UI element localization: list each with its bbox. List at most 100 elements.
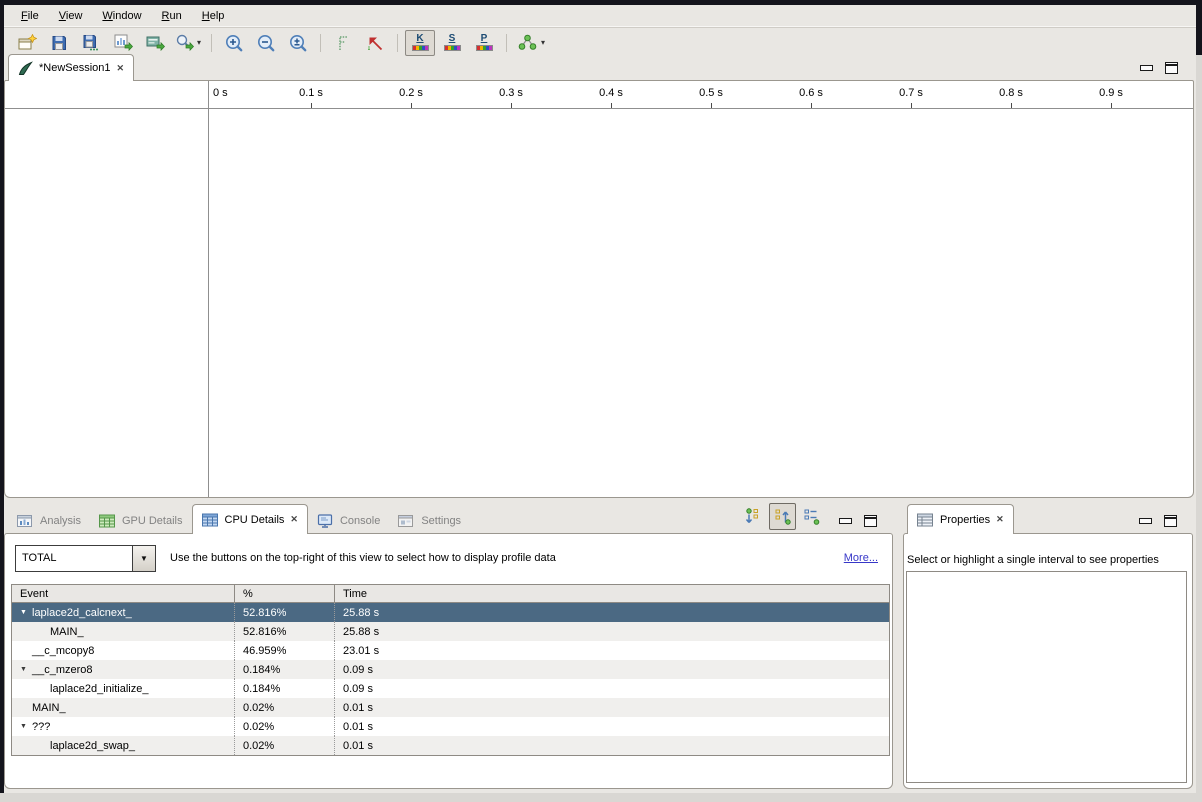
timeline-canvas[interactable]	[209, 109, 1193, 497]
event-percent: 0.02%	[234, 717, 334, 736]
minimize-button[interactable]	[839, 518, 852, 524]
ruler-tick-label: 0.1 s	[299, 87, 323, 99]
ruler-left-gap	[5, 81, 208, 108]
tab-label: Console	[340, 515, 380, 527]
table-row[interactable]: laplace2d_initialize_0.184%0.09 s	[12, 679, 889, 698]
event-percent: 0.184%	[234, 679, 334, 698]
tree-callers-button[interactable]	[769, 503, 796, 530]
flag-f-icon	[337, 35, 350, 51]
menu-file[interactable]: File	[12, 7, 48, 25]
profile-card-button[interactable]	[140, 30, 170, 56]
tab-gpu-details[interactable]: GPU Details	[90, 507, 192, 534]
maximize-button[interactable]	[864, 515, 877, 527]
tab-console[interactable]: Console	[308, 507, 389, 534]
tab-label: GPU Details	[122, 515, 183, 527]
event-time: 0.09 s	[334, 660, 889, 679]
menu-run[interactable]: Run	[153, 7, 191, 25]
column-header-percent[interactable]: %	[234, 585, 334, 602]
menu-view[interactable]: View	[50, 7, 92, 25]
inspect-button[interactable]: ▾	[172, 30, 204, 56]
session-tab-label: *NewSession1	[39, 62, 111, 74]
properties-content: Select or highlight a single interval to…	[903, 533, 1193, 789]
maximize-button[interactable]	[1165, 62, 1178, 74]
kernel-toggle-button[interactable]: K	[405, 30, 435, 56]
toolbar-separator	[211, 34, 212, 52]
properties-hint: Select or highlight a single interval to…	[907, 554, 1188, 566]
event-time: 25.88 s	[334, 622, 889, 641]
editor-tab-strip: *NewSession1 ✕	[4, 55, 1194, 81]
application-window: FileViewWindowRunHelp ▾ KSP ▾ *NewSession1…	[4, 5, 1196, 793]
window-frame-right	[1196, 0, 1202, 55]
ruler-tick-label: 0.6 s	[799, 87, 823, 99]
zoom-in-button[interactable]	[219, 30, 249, 56]
ruler-tick-mark	[511, 103, 512, 108]
flag-f-button[interactable]	[328, 30, 358, 56]
stream-toggle-button[interactable]: S	[437, 30, 467, 56]
more-link[interactable]: More...	[844, 552, 878, 564]
tab-analysis[interactable]: Analysis	[8, 507, 90, 534]
close-icon[interactable]: ✕	[290, 514, 298, 525]
tab-settings[interactable]: Settings	[389, 507, 470, 534]
editor-area: *NewSession1 ✕ 0 s0.1 s0.2 s0.3 s0.4 s0.…	[4, 55, 1194, 498]
profile-chart-button[interactable]	[108, 30, 138, 56]
menu-help[interactable]: Help	[193, 7, 234, 25]
expand-toggle-icon[interactable]: ▼	[17, 609, 30, 616]
tab-cpu-details[interactable]: CPU Details ✕	[192, 504, 308, 534]
vertical-splitter[interactable]	[893, 503, 903, 791]
event-percent: 46.959%	[234, 641, 334, 660]
minimize-button[interactable]	[1140, 65, 1153, 71]
table-row[interactable]: ▼???0.02%0.01 s	[12, 717, 889, 736]
save-button[interactable]	[44, 30, 74, 56]
cpu-details-hint: Use the buttons on the top-right of this…	[170, 552, 556, 564]
zoom-out-button[interactable]	[251, 30, 281, 56]
tab-label: CPU Details	[225, 514, 285, 526]
table-row[interactable]: MAIN_ 52.816%25.88 s	[12, 622, 889, 641]
process-toggle-button[interactable]: P	[469, 30, 499, 56]
minimize-button[interactable]	[1139, 518, 1152, 524]
event-name: __c_mcopy8	[32, 645, 94, 657]
event-time: 25.88 s	[334, 603, 889, 622]
gpu-details-icon	[99, 514, 116, 528]
session-tab[interactable]: *NewSession1 ✕	[8, 54, 134, 81]
chevron-down-icon[interactable]: ▼	[133, 545, 156, 572]
ruler-tick-mark	[1011, 103, 1012, 108]
chevron-down-icon[interactable]: ▾	[197, 38, 201, 47]
event-name: MAIN_	[50, 626, 84, 638]
event-percent: 52.816%	[234, 622, 334, 641]
column-header-event[interactable]: Event	[12, 585, 234, 602]
table-row[interactable]: __c_mcopy846.959%23.01 s	[12, 641, 889, 660]
tree-callees-button[interactable]	[740, 503, 767, 530]
properties-icon	[917, 513, 934, 527]
column-header-time[interactable]: Time	[334, 585, 889, 602]
flag-arrow-icon	[367, 35, 384, 51]
expand-toggle-icon[interactable]: ▼	[17, 723, 30, 730]
flag-arrow-button[interactable]	[360, 30, 390, 56]
maximize-button[interactable]	[1164, 515, 1177, 527]
close-icon[interactable]: ✕	[996, 514, 1004, 525]
zoom-out-icon	[257, 34, 276, 52]
close-icon[interactable]: ✕	[117, 63, 125, 74]
table-row[interactable]: MAIN_0.02%0.01 s	[12, 698, 889, 717]
ruler-tick-label: 0.2 s	[399, 87, 423, 99]
flat-view-button[interactable]	[798, 503, 825, 530]
ruler-tick-mark	[311, 103, 312, 108]
event-time: 0.01 s	[334, 698, 889, 717]
new-session-button[interactable]	[12, 30, 42, 56]
menu-window[interactable]: Window	[93, 7, 150, 25]
toolbar-separator	[506, 34, 507, 52]
inspect-icon	[175, 34, 194, 51]
analysis-tree-button[interactable]: ▾	[514, 30, 548, 56]
table-row[interactable]: laplace2d_swap_0.02%0.01 s	[12, 736, 889, 755]
expand-toggle-icon[interactable]: ▼	[17, 666, 30, 673]
table-row[interactable]: ▼__c_mzero80.184%0.09 s	[12, 660, 889, 679]
ruler-tick-mark	[811, 103, 812, 108]
tab-properties[interactable]: Properties ✕	[907, 504, 1014, 534]
ruler-tick-label: 0.9 s	[1099, 87, 1123, 99]
flat-view-icon	[803, 508, 821, 525]
event-percent: 0.02%	[234, 698, 334, 717]
profile-scope-select[interactable]: TOTAL	[15, 545, 133, 572]
table-row[interactable]: ▼laplace2d_calcnext_52.816%25.88 s	[12, 603, 889, 622]
chevron-down-icon[interactable]: ▾	[541, 38, 545, 47]
save-all-button[interactable]	[76, 30, 106, 56]
zoom-reset-button[interactable]	[283, 30, 313, 56]
